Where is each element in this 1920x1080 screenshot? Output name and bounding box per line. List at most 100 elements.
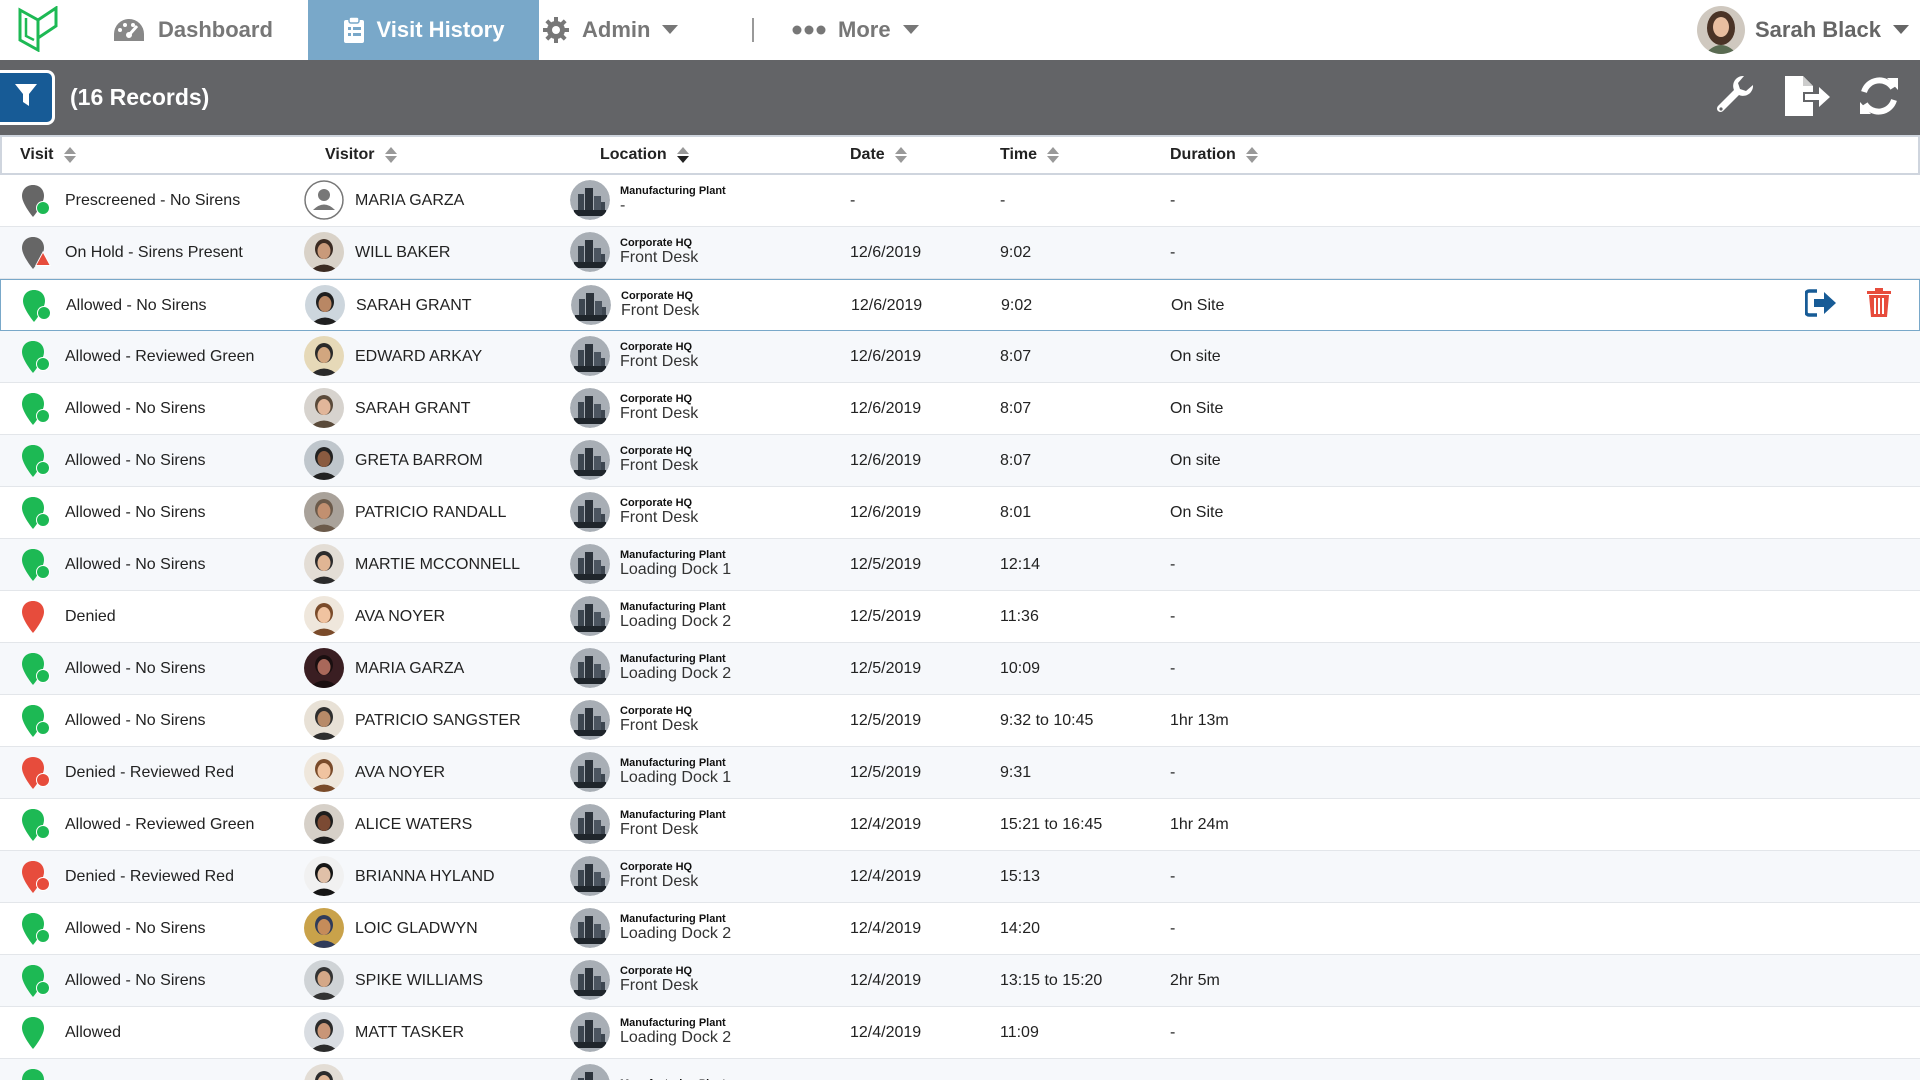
table-row[interactable]: Allowed - No Sirens GRETA BARROM Corpora…	[0, 435, 1920, 487]
delete-button[interactable]	[1861, 280, 1897, 331]
visitor-name[interactable]: MARIA GARZA	[355, 175, 464, 226]
location-building-icon	[570, 856, 610, 896]
location-cell: Manufacturing Plant Loading Dock 2	[620, 643, 731, 694]
visit-status-text: Denied - Reviewed Red	[65, 867, 234, 885]
visitor-avatar	[304, 336, 344, 376]
visit-date: 12/6/2019	[850, 451, 922, 469]
chevron-down-icon	[1892, 25, 1909, 35]
table-row[interactable]: Denied AVA NOYER Manufacturing Plant Loa…	[0, 591, 1920, 643]
visit-status-icon	[18, 1059, 54, 1080]
visit-status-icon	[18, 903, 54, 954]
location-cell: Manufacturing Plant Loading Dock 2	[620, 1007, 731, 1058]
app-logo-icon[interactable]	[18, 5, 58, 53]
sort-icon	[1245, 147, 1258, 163]
visitor-name[interactable]: AVA NOYER	[355, 747, 445, 798]
checkout-button[interactable]	[1803, 280, 1839, 331]
visitor-name[interactable]: PATRICIO RANDALL	[355, 487, 506, 538]
column-header-location[interactable]: Location	[600, 137, 689, 173]
location-building-icon	[570, 804, 610, 844]
visit-duration: -	[1170, 919, 1176, 937]
visitor-name[interactable]: SPIKE WILLIAMS	[355, 955, 483, 1006]
location-area: Loading Dock 2	[620, 612, 732, 630]
visitor-name[interactable]: EDWARD ARKAY	[355, 331, 482, 382]
location-cell: Manufacturing Plant Front Desk	[620, 799, 726, 850]
table-row[interactable]: Denied - Reviewed Red AVA NOYER Manufact…	[0, 747, 1920, 799]
location-building-icon	[570, 908, 610, 948]
column-header-visit-label: Visit	[20, 146, 54, 163]
location-area: Loading Dock 2	[620, 664, 732, 682]
chevron-down-icon	[662, 25, 679, 35]
visit-time: 14:20	[1000, 919, 1041, 937]
visit-status-text: Prescreened - No Sirens	[65, 191, 241, 209]
visitor-name[interactable]: SARAH GRANT	[355, 383, 471, 434]
column-header-visitor[interactable]: Visitor	[325, 137, 397, 173]
table-row[interactable]: Allowed - Reviewed Green ALICE WATERS Ma…	[0, 799, 1920, 851]
location-building-icon	[570, 180, 610, 220]
visitor-name[interactable]: MATT TASKER	[355, 1007, 464, 1058]
visit-date: 12/6/2019	[850, 347, 922, 365]
visit-status-icon	[18, 487, 54, 538]
visitor-avatar	[304, 492, 344, 532]
nav-visit-history[interactable]: Visit History	[308, 0, 539, 60]
location-cell: Corporate HQ Front Desk	[620, 955, 698, 1006]
table-row[interactable]: On Hold - Sirens Present WILL BAKER Corp…	[0, 227, 1920, 279]
column-header-visit[interactable]: Visit	[20, 137, 76, 173]
visit-status-icon	[18, 799, 54, 850]
visitor-name[interactable]: BRIANNA HYLAND	[355, 851, 495, 902]
visitor-name[interactable]: LOIC GLADWYN	[355, 903, 478, 954]
table-row[interactable]: Allowed - No Sirens SARAH GRANT Corporat…	[0, 383, 1920, 435]
filter-button[interactable]	[0, 70, 55, 125]
location-cell: Corporate HQ Front Desk	[620, 695, 698, 746]
visit-status-text: Allowed - No Sirens	[65, 711, 206, 729]
visitor-name[interactable]: AVA NOYER	[355, 591, 445, 642]
table-row[interactable]: Allowed - Reviewed Green EDWARD ARKAY Co…	[0, 331, 1920, 383]
table-row[interactable]: Prescreened - No Sirens MARIA GARZA Manu…	[0, 175, 1920, 227]
location-building-icon	[570, 492, 610, 532]
settings-button[interactable]	[1712, 74, 1760, 122]
visitor-name[interactable]: MARTIE MCCONNELL	[355, 539, 520, 590]
table-row[interactable]: Allowed - No Sirens LOIC GLADWYN Manufac…	[0, 903, 1920, 955]
refresh-button[interactable]	[1855, 74, 1903, 122]
visitor-avatar	[304, 856, 344, 896]
visitor-name[interactable]: SARAH GRANT	[356, 280, 472, 331]
visitor-name[interactable]: ALICE WATERS	[355, 799, 472, 850]
visit-date: 12/4/2019	[850, 971, 922, 989]
visitor-name[interactable]: WILL BAKER	[355, 227, 450, 278]
column-header-time-label: Time	[1000, 146, 1038, 163]
column-header-time[interactable]: Time	[1000, 137, 1060, 173]
visit-time: 11:09	[1000, 1023, 1039, 1041]
visitor-name[interactable]: PATRICIO SANGSTER	[355, 695, 521, 746]
nav-dashboard[interactable]: Dashboard	[112, 0, 273, 60]
table-header: Visit Visitor Location Date Time Duratio…	[0, 135, 1920, 175]
table-row[interactable]: Allowed - No Sirens MARTIE MCCONNELL Man…	[0, 539, 1920, 591]
table-row[interactable]: Allowed - No Sirens MARIA GARZA Manufact…	[0, 643, 1920, 695]
table-row[interactable]: Denied - Reviewed Red BRIANNA HYLAND Cor…	[0, 851, 1920, 903]
visitor-avatar	[304, 1064, 344, 1080]
table-row[interactable]: Allowed - No Sirens SPIKE WILLIAMS Corpo…	[0, 955, 1920, 1007]
table-row[interactable]: Allowed - No Sirens SARAH GRANT Corporat…	[0, 279, 1920, 331]
table-row[interactable]: Allowed - No Sirens PATRICIO SANGSTER Co…	[0, 695, 1920, 747]
visit-time: 8:07	[1000, 347, 1032, 365]
column-header-duration[interactable]: Duration	[1170, 137, 1258, 173]
export-button[interactable]	[1783, 74, 1831, 122]
records-toolbar: (16 Records)	[0, 60, 1920, 135]
table-row[interactable]: Allowed - No Sirens PATRICIO RANDALL Cor…	[0, 487, 1920, 539]
visit-table-body: Prescreened - No Sirens MARIA GARZA Manu…	[0, 175, 1920, 1080]
location-building-icon	[570, 440, 610, 480]
visit-status-icon	[18, 1007, 54, 1058]
visitor-name[interactable]: MARIA GARZA	[355, 643, 464, 694]
visit-duration: 1hr 24m	[1170, 815, 1229, 833]
user-menu[interactable]: Sarah Black	[1697, 0, 1909, 60]
table-row[interactable]: Allowed MATT TASKER Manufacturing Plant …	[0, 1007, 1920, 1059]
visit-duration: On site	[1170, 451, 1221, 469]
nav-more[interactable]: More	[792, 0, 919, 60]
column-header-date[interactable]: Date	[850, 137, 907, 173]
visit-time: 9:32 to 10:45	[1000, 711, 1094, 729]
table-row[interactable]: Manufacturing Plant	[0, 1059, 1920, 1080]
sort-icon	[894, 147, 907, 163]
visitor-name[interactable]: GRETA BARROM	[355, 435, 483, 486]
nav-admin[interactable]: Admin	[542, 0, 679, 60]
filter-icon	[14, 82, 38, 113]
visit-time: -	[1000, 191, 1006, 209]
visitor-avatar	[304, 648, 344, 688]
